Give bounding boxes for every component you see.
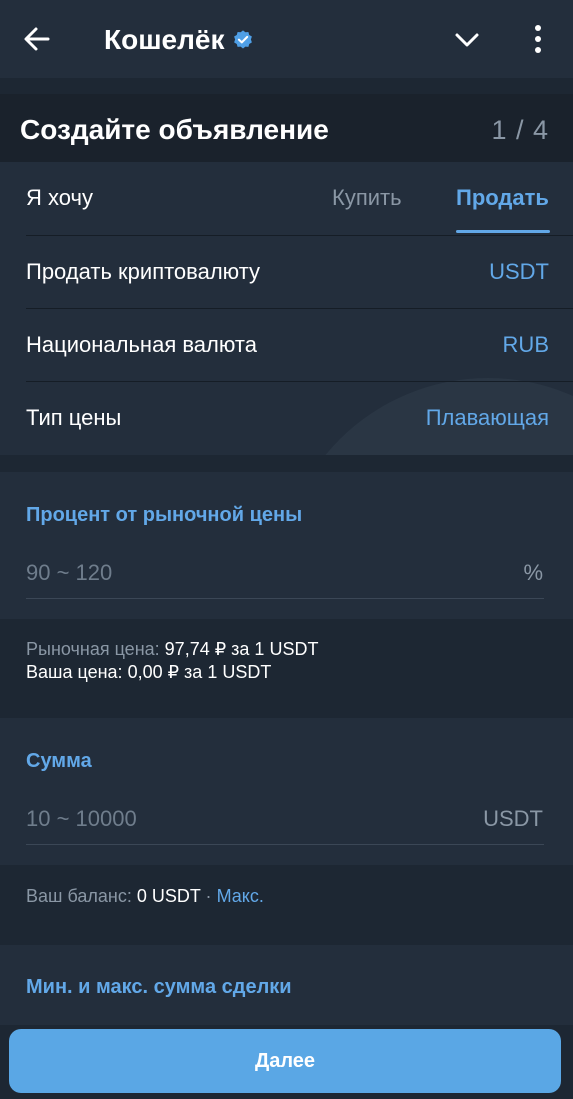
limits-section-title: Мин. и макс. сумма сделки [26, 976, 292, 998]
percent-input-underline [26, 598, 544, 599]
page-title: Создайте объявление [20, 114, 329, 145]
percent-section: Процент от рыночной цены 90 ~ 120 % [0, 472, 573, 619]
price-type-label: Тип цены [26, 405, 122, 430]
direction-row: Я хочу Купить Продать [0, 162, 573, 235]
balance-separator: · [205, 886, 212, 906]
app-title-group: Кошелёк [104, 20, 254, 60]
next-button[interactable]: Далее [9, 1029, 561, 1093]
your-price-info: Ваша цена: 0,00 ₽ за 1 USDT [26, 660, 271, 684]
verified-icon [234, 30, 253, 49]
percent-input[interactable]: 90 ~ 120 [26, 560, 112, 586]
crypto-value: USDT [489, 259, 549, 284]
amount-section-title: Сумма [26, 750, 92, 772]
price-type-value: Плавающая [425, 405, 549, 430]
fiat-value: RUB [502, 332, 549, 357]
crypto-label: Продать криптовалюту [26, 259, 261, 284]
more-menu-button[interactable] [528, 22, 548, 56]
market-price-label: Рыночная цена: [26, 639, 160, 659]
amount-unit: USDT [483, 806, 543, 831]
percent-unit: % [523, 560, 543, 585]
market-price-info: Рыночная цена: 97,74 ₽ за 1 USDT [26, 637, 318, 661]
direction-label: Я хочу [26, 185, 93, 210]
crypto-row[interactable]: Продать криптовалюту USDT [0, 236, 573, 309]
tab-buy[interactable]: Купить [332, 185, 402, 211]
app-title: Кошелёк [104, 24, 225, 55]
balance-info: Ваш баланс: 0 USDT · Макс. [26, 884, 264, 908]
percent-section-title: Процент от рыночной цены [26, 504, 303, 526]
back-button[interactable] [22, 24, 52, 54]
fiat-row[interactable]: Национальная валюта RUB [0, 309, 573, 382]
balance-value: 0 USDT [136, 886, 201, 906]
step-indicator: 1 / 4 [491, 115, 549, 145]
price-type-row[interactable]: Тип цены Плавающая [0, 382, 573, 455]
more-vertical-icon [535, 25, 541, 53]
amount-input[interactable]: 10 ~ 10000 [26, 806, 137, 832]
chevron-down-icon [455, 33, 479, 47]
max-link[interactable]: Макс. [217, 886, 264, 906]
page-heading: Создайте объявление 1 / 4 [0, 94, 573, 162]
your-price-value: 0,00 ₽ за 1 USDT [127, 662, 272, 682]
arrow-left-icon [24, 27, 50, 51]
top-app-bar: Кошелёк [0, 0, 573, 78]
limits-section: Мин. и макс. сумма сделки [0, 945, 573, 1025]
balance-label: Ваш баланс: [26, 886, 132, 906]
amount-input-underline [26, 844, 544, 845]
dropdown-button[interactable] [454, 27, 480, 53]
amount-section: Сумма 10 ~ 10000 USDT [0, 718, 573, 865]
tab-sell[interactable]: Продать [456, 185, 549, 211]
ad-settings-card: Я хочу Купить Продать Продать криптовалю… [0, 162, 573, 455]
active-tab-indicator [456, 230, 550, 233]
fiat-label: Национальная валюта [26, 332, 257, 357]
market-price-value: 97,74 ₽ за 1 USDT [164, 639, 319, 659]
your-price-label: Ваша цена: [26, 662, 123, 682]
